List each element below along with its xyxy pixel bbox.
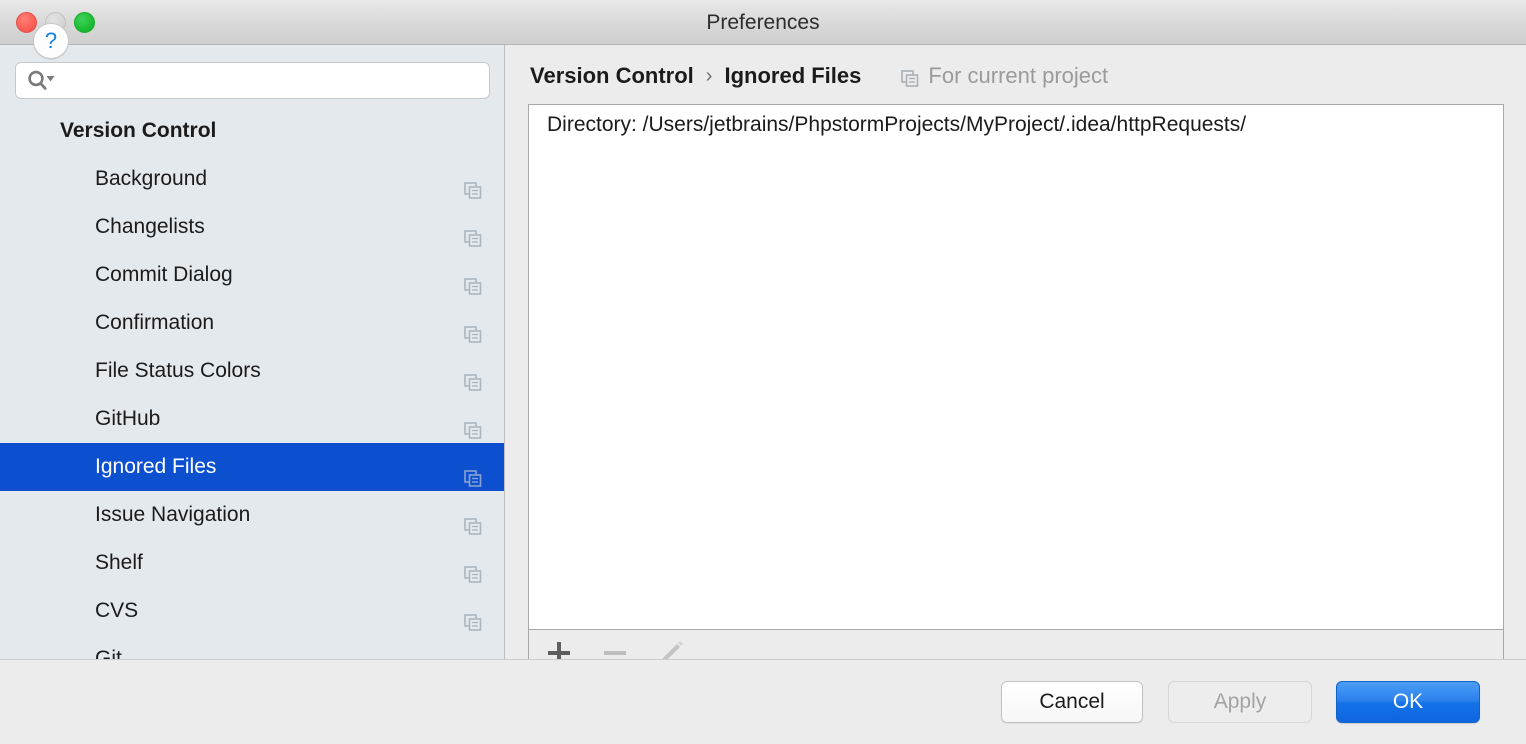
sidebar-group-version-control[interactable]: Version Control [0,107,504,155]
settings-sidebar: Version Control Background Changel [0,45,505,659]
sidebar-item-label: Issue Navigation [95,491,250,539]
project-scope-icon [464,458,482,476]
sidebar-item-github[interactable]: GitHub [0,395,504,443]
sidebar-item-changelists[interactable]: Changelists [0,203,504,251]
sidebar-item-label: GitHub [95,395,160,443]
project-scope-icon [464,170,482,188]
sidebar-item-label: Background [95,155,207,203]
sidebar-item-label: CVS [95,587,138,635]
breadcrumb-current: Ignored Files [724,63,861,89]
sidebar-item-background[interactable]: Background [0,155,504,203]
sidebar-item-file-status-colors[interactable]: File Status Colors [0,347,504,395]
sidebar-item-shelf[interactable]: Shelf [0,539,504,587]
project-scope-icon [464,410,482,428]
sidebar-item-label: Commit Dialog [95,251,233,299]
window-titlebar: Preferences [0,0,1526,45]
cancel-button[interactable]: Cancel [1001,681,1143,723]
scope-indicator: For current project [901,63,1108,89]
project-scope-icon [464,650,482,659]
window-title: Preferences [0,0,1526,45]
sidebar-item-label: Shelf [95,539,143,587]
help-button[interactable]: ? [33,23,69,59]
window-content: Version Control Background Changel [0,45,1526,659]
settings-nav-list[interactable]: Version Control Background Changel [0,107,504,659]
project-scope-icon [464,266,482,284]
settings-detail-pane: Version Control › Ignored Files For curr… [506,45,1526,659]
apply-button[interactable]: Apply [1168,681,1312,723]
project-scope-icon [464,362,482,380]
scope-label: For current project [928,63,1108,89]
project-scope-icon [901,68,919,86]
project-scope-icon [464,506,482,524]
sidebar-item-confirmation[interactable]: Confirmation [0,299,504,347]
sidebar-group-label: Version Control [60,119,216,142]
breadcrumb-parent[interactable]: Version Control [530,63,694,89]
sidebar-scrollbar-thumb[interactable] [494,111,502,441]
project-scope-icon [464,602,482,620]
sidebar-item-label: Changelists [95,203,205,251]
sidebar-item-label: Git [95,635,122,659]
project-scope-icon [464,314,482,332]
sidebar-item-label: File Status Colors [95,347,261,395]
search-icon[interactable] [27,70,57,91]
breadcrumb-separator-icon: › [706,65,713,88]
search-input[interactable] [63,63,485,98]
list-item[interactable]: Directory: /Users/jetbrains/PhpstormProj… [529,105,1503,145]
breadcrumb: Version Control › Ignored Files For curr… [530,60,1108,92]
sidebar-item-label: Ignored Files [95,443,216,491]
ok-button[interactable]: OK [1336,681,1480,723]
sidebar-item-commit-dialog[interactable]: Commit Dialog [0,251,504,299]
sidebar-scrollbar[interactable] [494,111,502,651]
project-scope-icon [464,554,482,572]
sidebar-item-ignored-files[interactable]: Ignored Files [0,443,504,491]
ignored-files-list[interactable]: Directory: /Users/jetbrains/PhpstormProj… [528,104,1504,630]
sidebar-item-label: Confirmation [95,299,214,347]
project-scope-icon [464,218,482,236]
sidebar-item-cvs[interactable]: CVS [0,587,504,635]
sidebar-item-git[interactable]: Git [0,635,504,659]
sidebar-item-issue-navigation[interactable]: Issue Navigation [0,491,504,539]
sidebar-search [15,62,490,99]
preferences-window: Preferences Version Control [0,0,1526,744]
